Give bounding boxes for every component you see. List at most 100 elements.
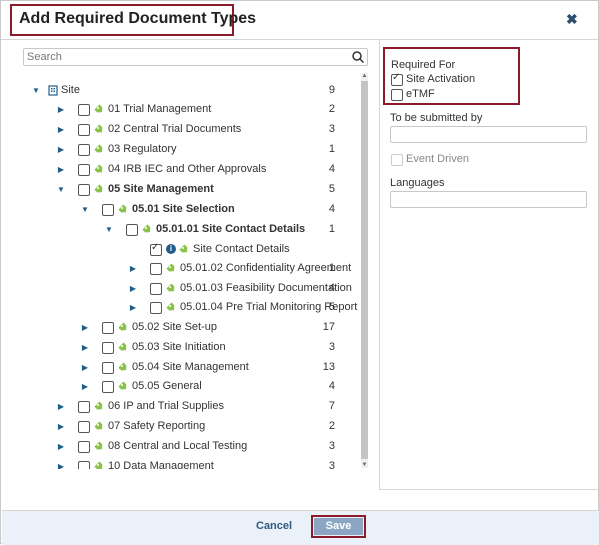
site-activation-checkbox[interactable]	[391, 72, 403, 86]
panel-divider	[379, 40, 380, 490]
expand-arrow-icon[interactable]: ▶	[56, 418, 66, 436]
required-for-label: Required For	[391, 59, 456, 71]
tree-item-count: 3	[328, 341, 335, 353]
site-activation-label: Site Activation	[406, 73, 476, 85]
tree-checkbox[interactable]	[150, 283, 162, 295]
scroll-down-icon[interactable]: ▼	[361, 462, 368, 468]
tree-checkbox[interactable]	[78, 184, 90, 196]
tree-row[interactable]: ▼ 05 Site Management 5	[23, 181, 363, 199]
tree-checkbox[interactable]	[78, 104, 90, 116]
tree-checkbox[interactable]	[150, 242, 162, 256]
event-driven-checkbox[interactable]	[391, 154, 403, 166]
tag-icon	[166, 302, 177, 313]
scroll-up-icon[interactable]: ▲	[361, 73, 368, 79]
expand-arrow-icon[interactable]: ▶	[56, 398, 66, 416]
scrollbar-thumb[interactable]	[361, 81, 368, 459]
tree-row[interactable]: ▼ Site 9	[23, 82, 363, 100]
cancel-button[interactable]: Cancel	[256, 520, 292, 532]
tag-icon	[94, 164, 105, 175]
expand-arrow-icon[interactable]: ▶	[56, 458, 66, 469]
tree-checkbox[interactable]	[126, 224, 138, 236]
tree-row[interactable]: ▶ 05.01.04 Pre Trial Monitoring Report 5	[23, 299, 363, 317]
tree-checkbox[interactable]	[78, 441, 90, 453]
tree-row[interactable]: ▶ 06 IP and Trial Supplies 7	[23, 398, 363, 416]
tag-icon	[166, 263, 177, 274]
info-icon[interactable]: i	[166, 244, 176, 254]
tree-row[interactable]: ▶ 07 Safety Reporting 2	[23, 418, 363, 436]
expand-arrow-icon[interactable]: ▶	[80, 359, 90, 377]
tree-checkbox[interactable]	[102, 342, 114, 354]
tree-row[interactable]: ▶ 04 IRB IEC and Other Approvals 4	[23, 161, 363, 179]
tree-row[interactable]: ▶ 05.02 Site Set-up 17	[23, 319, 363, 337]
tree-row[interactable]: ▼ 05.01 Site Selection 4	[23, 201, 363, 219]
expand-arrow-icon[interactable]: ▶	[128, 260, 138, 278]
tree-checkbox[interactable]	[102, 204, 114, 216]
tree-checkbox[interactable]	[78, 401, 90, 413]
tree-checkbox[interactable]	[150, 302, 162, 314]
tag-icon	[94, 401, 105, 412]
tree-item-label: 05.05 General	[132, 380, 202, 392]
search-input[interactable]: Search	[23, 48, 368, 66]
tag-icon	[94, 184, 105, 195]
tree-item-label: 05.04 Site Management	[132, 361, 249, 373]
collapse-arrow-icon[interactable]: ▼	[56, 181, 66, 199]
tree-checkbox[interactable]	[78, 461, 90, 469]
tree-checkbox[interactable]	[150, 263, 162, 275]
tree-item-label: 05.02 Site Set-up	[132, 321, 218, 333]
tree-item-count: 7	[328, 400, 335, 412]
etmf-checkbox[interactable]	[391, 89, 403, 101]
tree-item-count: 3	[328, 123, 335, 135]
tree-row[interactable]: ▶ 05.01.03 Feasibility Documentation 4	[23, 280, 363, 298]
tree-item-count: 4	[328, 203, 335, 215]
expand-arrow-icon[interactable]: ▶	[80, 378, 90, 396]
search-icon[interactable]	[351, 50, 365, 64]
tree-item-count: 4	[328, 282, 335, 294]
tree-item-label: 04 IRB IEC and Other Approvals	[108, 163, 267, 175]
tree-row[interactable]: ▶ 10 Data Management 3	[23, 458, 363, 469]
tree-item-label: Site	[61, 84, 80, 96]
tree-checkbox[interactable]	[78, 164, 90, 176]
tag-icon	[94, 461, 105, 469]
expand-arrow-icon[interactable]: ▶	[80, 319, 90, 337]
tree-item-label: 02 Central Trial Documents	[108, 123, 242, 135]
save-button[interactable]: Save	[314, 518, 363, 535]
tree-checkbox[interactable]	[78, 421, 90, 433]
document-type-tree: ▼ Site 9 ▶ 01 Trial Management 2 ▶ 02 Central T…	[23, 73, 363, 469]
tree-checkbox[interactable]	[102, 322, 114, 334]
tree-row[interactable]: ▶ 05.04 Site Management 13	[23, 359, 363, 377]
tree-item-count: 4	[328, 380, 335, 392]
expand-arrow-icon[interactable]: ▶	[56, 141, 66, 159]
to-be-submitted-field[interactable]	[390, 126, 587, 143]
languages-field[interactable]	[390, 191, 587, 208]
tree-checkbox[interactable]	[102, 381, 114, 393]
tree-checkbox[interactable]	[78, 144, 90, 156]
tree-checkbox[interactable]	[78, 124, 90, 136]
tree-row[interactable]: ▶ 08 Central and Local Testing 3	[23, 438, 363, 456]
tree-row[interactable]: ▶ 01 Trial Management 2	[23, 101, 363, 119]
tree-row[interactable]: ▼ 05.01.01 Site Contact Details 1	[23, 221, 363, 239]
expand-arrow-icon[interactable]: ▶	[56, 438, 66, 456]
tree-item-count: 9	[328, 84, 335, 96]
expand-arrow-icon[interactable]: ▶	[128, 299, 138, 317]
expand-arrow-icon[interactable]: ▶	[80, 339, 90, 357]
expand-arrow-icon[interactable]: ▶	[56, 121, 66, 139]
tree-row[interactable]: ▶ 02 Central Trial Documents 3	[23, 121, 363, 139]
tag-icon	[94, 104, 105, 115]
collapse-arrow-icon[interactable]: ▼	[80, 201, 90, 219]
languages-label: Languages	[390, 177, 445, 189]
expand-arrow-icon[interactable]: ▼	[31, 82, 41, 100]
tree-checkbox[interactable]	[102, 362, 114, 374]
tree-row[interactable]: ▶ 05.05 General 4	[23, 378, 363, 396]
tree-item-label: 05.03 Site Initiation	[132, 341, 226, 353]
expand-arrow-icon[interactable]: ▶	[56, 101, 66, 119]
tree-row[interactable]: ▶ 05.03 Site Initiation 3	[23, 339, 363, 357]
expand-arrow-icon[interactable]: ▶	[128, 280, 138, 298]
tree-scrollbar[interactable]	[361, 73, 368, 468]
expand-arrow-icon[interactable]: ▶	[56, 161, 66, 179]
close-icon[interactable]: ✖	[566, 11, 578, 28]
add-document-types-dialog: Add Required Document Types ✖ Search ▼ Si…	[0, 0, 599, 545]
tree-row[interactable]: i Site Contact Details	[23, 241, 363, 259]
tree-row[interactable]: ▶ 05.01.02 Confidentiality Agreement 1	[23, 260, 363, 278]
collapse-arrow-icon[interactable]: ▼	[104, 221, 114, 239]
tree-row[interactable]: ▶ 03 Regulatory 1	[23, 141, 363, 159]
